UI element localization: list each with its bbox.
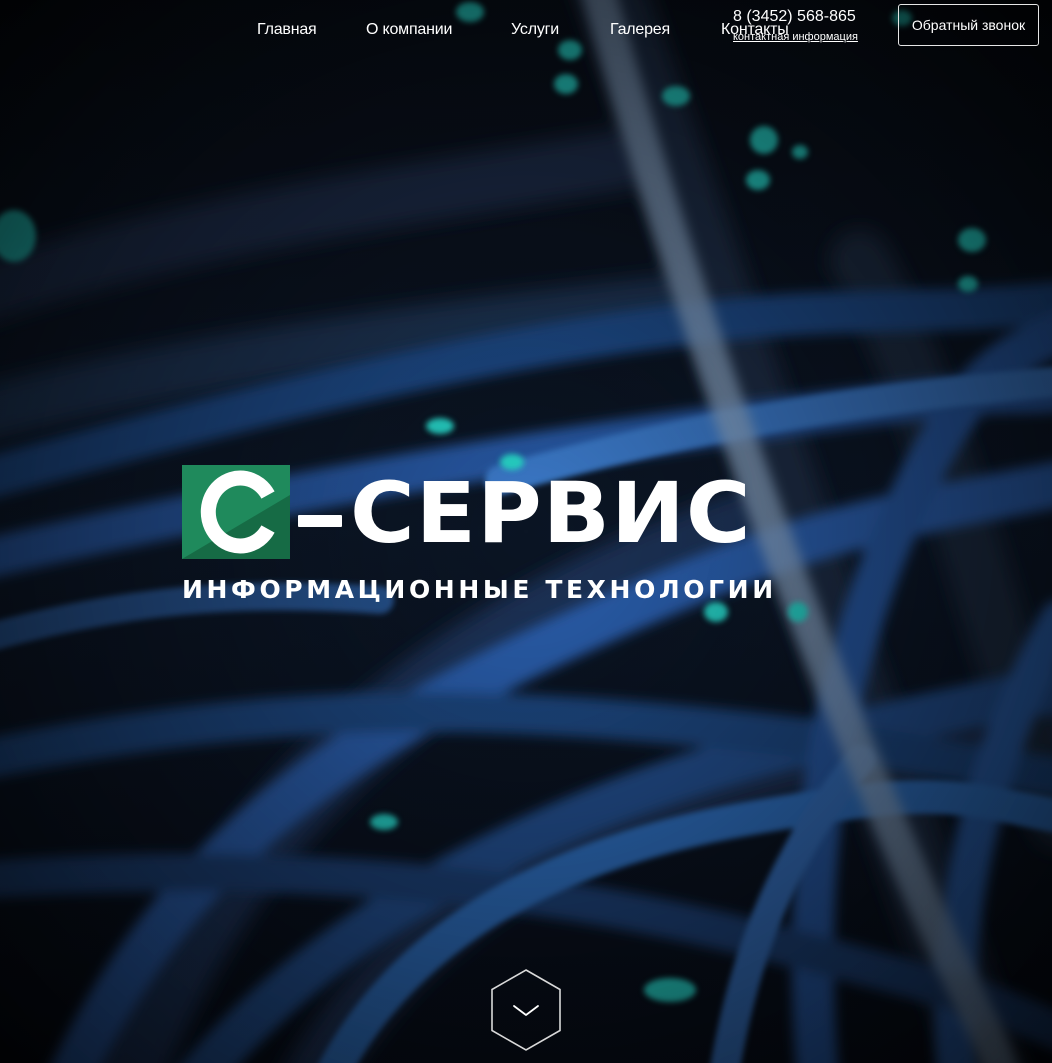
chevron-down-icon — [513, 1005, 539, 1016]
contact-info-link[interactable]: контактная информация — [733, 31, 858, 44]
logo-tagline: ИНФОРМАЦИОННЫЕ ТЕХНОЛОГИИ — [182, 575, 777, 604]
callback-button[interactable]: Обратный звонок — [898, 4, 1039, 46]
company-logo: СЕРВИС ИНФОРМАЦИОННЫЕ ТЕХНОЛОГИИ — [182, 465, 872, 605]
hexagon-outline-icon — [491, 969, 561, 1051]
nav-item-about[interactable]: О компании — [366, 18, 452, 42]
nav-item-services[interactable]: Услуги — [511, 18, 559, 42]
nav-item-gallery[interactable]: Галерея — [610, 18, 670, 42]
nav-item-home[interactable]: Главная — [257, 18, 317, 42]
logo-wordmark: СЕРВИС — [350, 464, 752, 562]
header-phone-block: 8 (3452) 568-865 контактная информация — [733, 7, 883, 45]
phone-number-link[interactable]: 8 (3452) 568-865 — [733, 7, 856, 27]
main-navigation: Главная О компании Услуги Галерея Контак… — [0, 18, 1052, 42]
scroll-down-button[interactable] — [489, 968, 563, 1052]
landing-page: Главная О компании Услуги Галерея Контак… — [0, 0, 1052, 1063]
logo-dash — [298, 515, 342, 527]
logo-mark-icon — [182, 465, 290, 559]
